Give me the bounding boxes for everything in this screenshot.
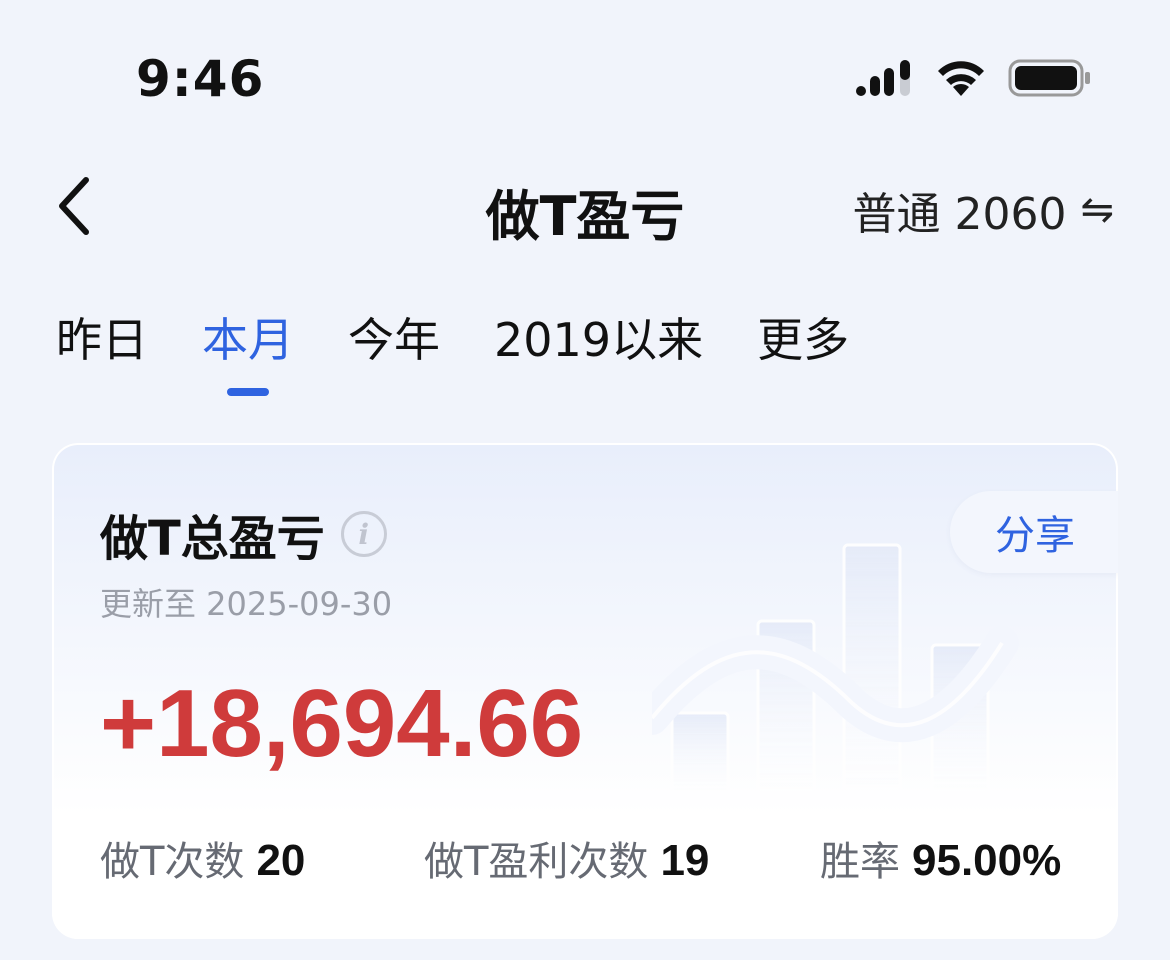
tab-since-2019[interactable]: 2019以来 [494, 308, 703, 408]
stat-profit-count: 做T盈利次数 19 [424, 829, 709, 887]
tab-more[interactable]: 更多 [757, 308, 849, 408]
pnl-card: 做T总盈亏 i 更新至 2025-09-30 分享 +18,694.66 做T次… [52, 443, 1118, 939]
card-title-text: 做T总盈亏 [100, 511, 325, 567]
share-button[interactable]: 分享 [950, 491, 1118, 573]
status-time: 9:46 [136, 50, 265, 108]
stat-trade-count: 做T次数 20 [100, 829, 305, 887]
stat-label: 胜率 [820, 839, 900, 885]
wifi-icon [938, 61, 984, 96]
stat-value: 19 [660, 836, 710, 885]
status-bar: 9:46 [0, 0, 1170, 150]
total-pnl-amount: +18,694.66 [100, 670, 584, 777]
stat-label: 做T盈利次数 [424, 839, 649, 885]
stat-value: 95.00% [912, 836, 1062, 885]
tab-this-month-label: 本月 [202, 313, 294, 367]
info-icon[interactable]: i [340, 511, 387, 557]
card-title: 做T总盈亏 i [100, 499, 387, 569]
chart-watermark-icon [652, 543, 1019, 793]
account-label: 普通 2060 [852, 189, 1067, 240]
tab-this-month[interactable]: 本月 [202, 308, 294, 408]
stat-win-rate: 胜率 95.00% [820, 829, 1061, 887]
stats-row: 做T次数 20 做T盈利次数 19 胜率 95.00% [100, 829, 1080, 889]
period-tabs: 昨日 本月 今年 2019以来 更多 [56, 308, 849, 408]
cellular-signal-icon [856, 60, 910, 96]
tab-this-year[interactable]: 今年 [348, 308, 440, 408]
swap-arrows-icon: ⇋ [1080, 187, 1114, 233]
account-switcher[interactable]: 普通 2060 ⇋ [853, 178, 1114, 242]
update-date: 更新至 2025-09-30 [100, 585, 393, 623]
stat-label: 做T次数 [100, 839, 245, 885]
tab-yesterday[interactable]: 昨日 [56, 308, 148, 408]
battery-icon [1008, 59, 1090, 97]
active-tab-indicator [227, 388, 269, 396]
stat-value: 20 [256, 836, 306, 885]
